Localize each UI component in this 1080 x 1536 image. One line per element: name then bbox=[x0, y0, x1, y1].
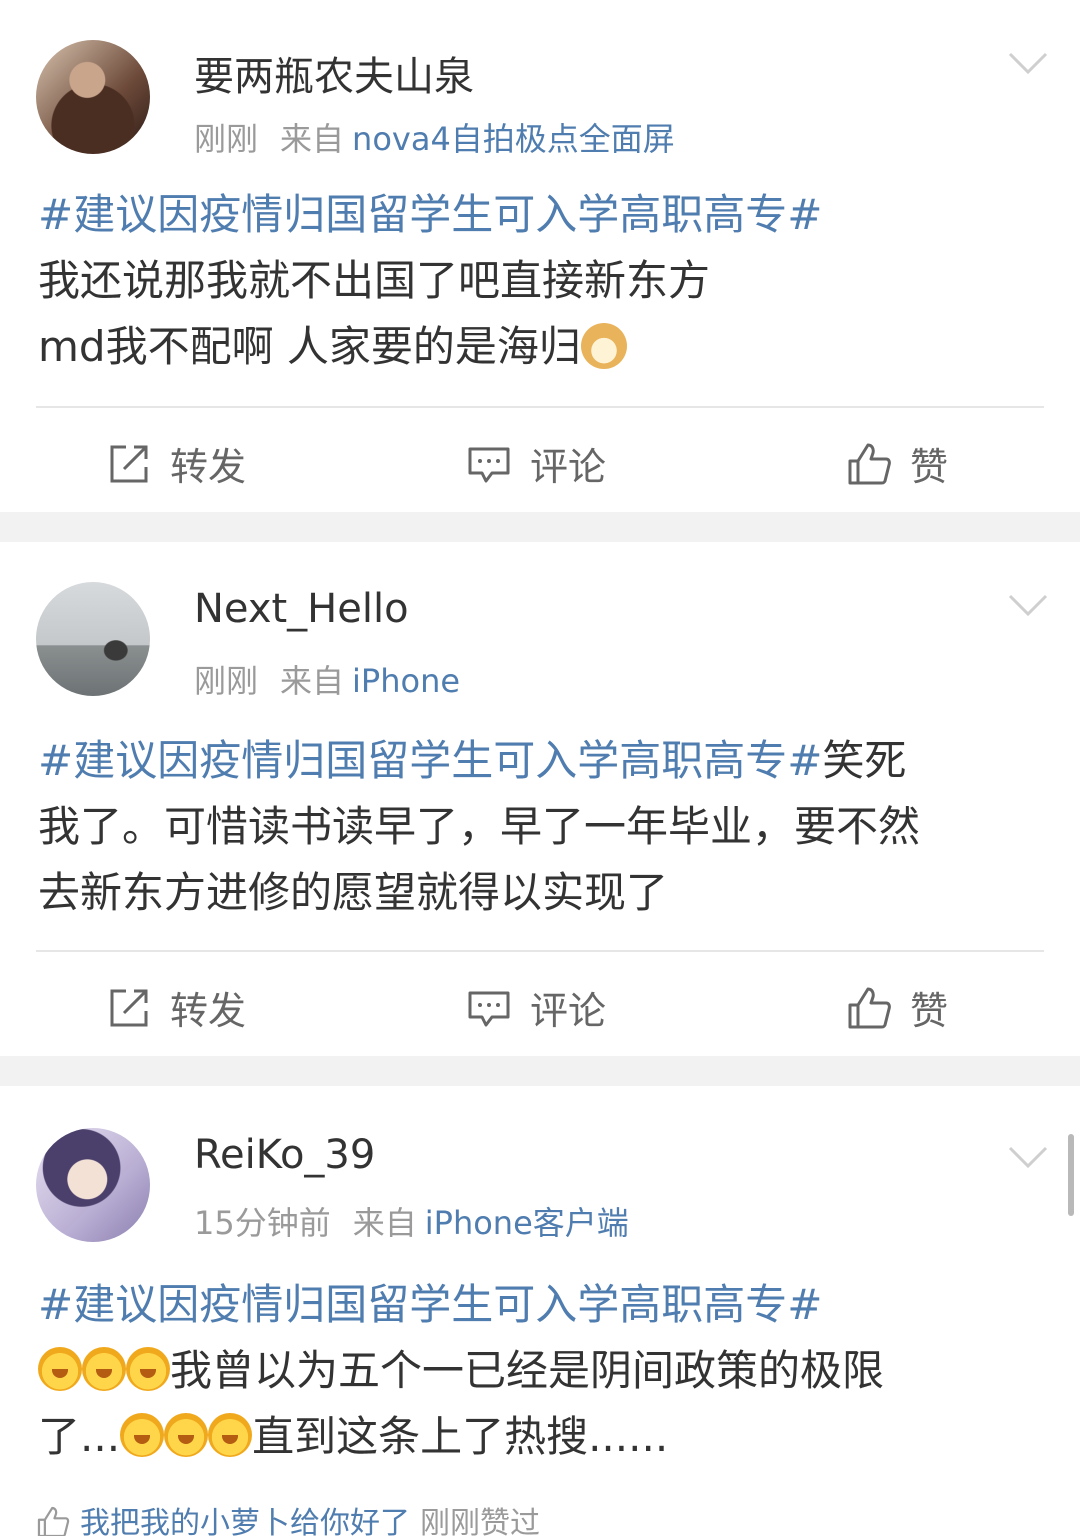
like-label: 赞 bbox=[910, 445, 949, 489]
post-card[interactable]: 要两瓶农夫山泉 刚刚 来自 nova4自拍极点全面屏 #建议因疫情归国留学生可入学高… bbox=[0, 0, 1080, 512]
username[interactable]: Next_Hello bbox=[194, 586, 409, 632]
chevron-down-icon[interactable] bbox=[1006, 590, 1050, 620]
post-content: #建议因疫情归国留学生可入学高职高专#笑死 我了。可惜读书读早了，早了一年毕业，… bbox=[38, 728, 1050, 926]
username[interactable]: 要两瓶农夫山泉 bbox=[194, 44, 474, 102]
comment-button[interactable]: 评论 bbox=[466, 436, 606, 491]
liked-by-user[interactable]: 我把我的小萝卜给你好了 bbox=[80, 1506, 410, 1536]
grin-emoji-icon bbox=[38, 1347, 82, 1391]
post-meta: 刚刚 来自 nova4自拍极点全面屏 bbox=[194, 114, 675, 160]
from-label: 来自 bbox=[352, 1204, 417, 1242]
hashtag-link[interactable]: #建议因疫情归国留学生可入学高职高专# bbox=[38, 1280, 822, 1329]
thumbs-up-icon bbox=[37, 1506, 70, 1536]
from-label: 来自 bbox=[280, 662, 345, 700]
repost-label: 转发 bbox=[170, 445, 247, 489]
post-text-line: 直到这条上了热搜...... bbox=[252, 1412, 669, 1461]
post-time: 刚刚 bbox=[194, 120, 259, 158]
grin-emoji-icon bbox=[164, 1413, 209, 1457]
like-button[interactable]: 赞 bbox=[846, 980, 948, 1035]
grin-emoji-icon bbox=[126, 1347, 170, 1391]
chevron-down-icon[interactable] bbox=[1006, 48, 1050, 78]
post-meta: 15分钟前 来自 iPhone客户端 bbox=[194, 1198, 629, 1244]
post-time: 刚刚 bbox=[194, 662, 259, 700]
post-text-line: 我还说那我就不出国了吧直接新东方 bbox=[38, 256, 711, 305]
post-text-line: md我不配啊 人家要的是海归 bbox=[38, 322, 581, 371]
liked-by-bar[interactable]: 我把我的小萝卜给你好了 刚刚赞过 bbox=[36, 1498, 540, 1536]
post-content: #建议因疫情归国留学生可入学高职高专# 我曾以为五个一已经是阴间政策的极限 了.… bbox=[38, 1272, 1050, 1470]
chevron-down-icon[interactable] bbox=[1006, 1142, 1050, 1172]
thumbs-up-icon bbox=[848, 987, 891, 1028]
repost-label: 转发 bbox=[170, 989, 247, 1033]
post-separator bbox=[0, 1056, 1080, 1086]
comment-icon bbox=[468, 447, 510, 482]
repost-button[interactable]: 转发 bbox=[106, 436, 246, 491]
post-text-line: 我了。可惜读书读早了，早了一年毕业，要不然 bbox=[38, 802, 921, 851]
weibo-feed: 要两瓶农夫山泉 刚刚 来自 nova4自拍极点全面屏 #建议因疫情归国留学生可入学高… bbox=[0, 0, 1080, 1536]
like-label: 赞 bbox=[910, 989, 949, 1033]
post-separator bbox=[0, 512, 1080, 542]
username[interactable]: ReiKo_39 bbox=[194, 1132, 375, 1178]
post-meta: 刚刚 来自 iPhone bbox=[194, 656, 460, 702]
post-text-line: 了... bbox=[38, 1412, 121, 1461]
from-label: 来自 bbox=[280, 120, 345, 158]
post-source[interactable]: iPhone客户端 bbox=[425, 1204, 629, 1242]
post-content: #建议因疫情归国留学生可入学高职高专# 我还说那我就不出国了吧直接新东方 md我… bbox=[38, 182, 1050, 380]
action-bar: 转发 评论 赞 bbox=[0, 418, 1080, 508]
post-text-line: 笑死 bbox=[822, 736, 907, 785]
grin-emoji-icon bbox=[120, 1413, 165, 1457]
like-button[interactable]: 赞 bbox=[846, 436, 948, 491]
action-bar: 转发 评论 赞 bbox=[0, 962, 1080, 1052]
post-text-line: 我曾以为五个一已经是阴间政策的极限 bbox=[170, 1346, 885, 1395]
post-source[interactable]: iPhone bbox=[352, 662, 460, 700]
doge-emoji-icon bbox=[580, 323, 627, 369]
comment-label: 评论 bbox=[530, 989, 607, 1033]
grin-emoji-icon bbox=[208, 1413, 253, 1457]
comment-label: 评论 bbox=[530, 445, 607, 489]
avatar[interactable] bbox=[36, 582, 150, 696]
hashtag-link[interactable]: #建议因疫情归国留学生可入学高职高专# bbox=[38, 736, 822, 785]
thumbs-up-icon bbox=[848, 443, 891, 484]
divider bbox=[36, 950, 1044, 952]
post-time: 15分钟前 bbox=[194, 1204, 331, 1242]
avatar[interactable] bbox=[36, 1128, 150, 1242]
scrollbar[interactable] bbox=[1068, 1134, 1074, 1216]
repost-button[interactable]: 转发 bbox=[106, 980, 246, 1035]
repost-icon bbox=[110, 445, 148, 482]
avatar[interactable] bbox=[36, 40, 150, 154]
divider bbox=[36, 406, 1044, 408]
repost-icon bbox=[110, 989, 148, 1026]
comment-button[interactable]: 评论 bbox=[466, 980, 606, 1035]
liked-when: 刚刚赞过 bbox=[420, 1506, 540, 1536]
comment-icon bbox=[468, 991, 510, 1026]
grin-emoji-icon bbox=[82, 1347, 126, 1391]
post-source[interactable]: nova4自拍极点全面屏 bbox=[352, 120, 675, 158]
hashtag-link[interactable]: #建议因疫情归国留学生可入学高职高专# bbox=[38, 190, 822, 239]
post-text-line: 去新东方进修的愿望就得以实现了 bbox=[38, 868, 669, 917]
